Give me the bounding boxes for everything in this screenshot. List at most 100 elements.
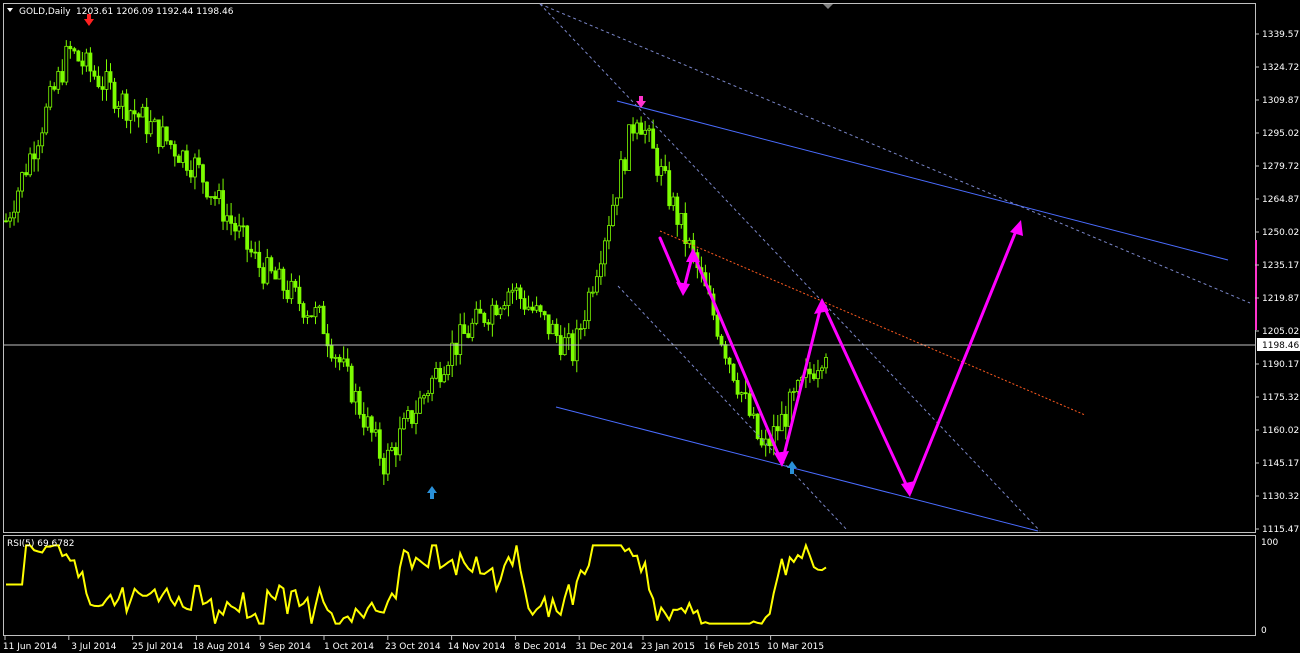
candle-body — [430, 377, 434, 394]
candle-body — [594, 276, 599, 293]
candle-body — [132, 110, 137, 115]
time-label: 16 Feb 2015 — [704, 642, 760, 652]
candle-body — [361, 413, 366, 428]
chart-shift-marker[interactable] — [823, 4, 833, 9]
candle-body — [627, 124, 631, 171]
fractal-up-arrow-2 — [787, 461, 797, 474]
time-label: 23 Jan 2015 — [641, 642, 695, 652]
candle-body — [414, 412, 418, 424]
candle-body — [546, 314, 551, 335]
candle-body — [482, 312, 487, 323]
upper-channel-line — [616, 100, 1229, 261]
candle-body — [136, 113, 141, 118]
main-chart-frame — [3, 3, 1256, 533]
candle-body — [719, 335, 724, 346]
candle-body — [305, 315, 310, 318]
candle-body — [442, 374, 447, 383]
candle-body — [112, 81, 117, 109]
candle-body — [502, 305, 507, 310]
price-tick-label: 1145.17 — [1262, 459, 1299, 469]
candle-body — [205, 181, 209, 198]
candle-body — [104, 71, 109, 90]
candle-body — [128, 110, 133, 121]
candle-body — [743, 392, 748, 395]
candle-body — [12, 211, 16, 219]
candle-body — [538, 305, 543, 312]
lower-channel-line — [555, 406, 1039, 532]
price-tick-label: 1160.02 — [1262, 426, 1299, 436]
candle-body — [655, 147, 660, 176]
candle-body — [402, 418, 406, 430]
candle-body — [394, 446, 398, 456]
candle-body — [40, 132, 45, 147]
price-tick-label: 1264.87 — [1262, 195, 1299, 205]
candle-body — [490, 304, 495, 325]
candle-body — [289, 280, 294, 300]
candle-body — [667, 170, 672, 207]
price-tick-label: 1339.57 — [1262, 30, 1299, 40]
candle-body — [659, 166, 664, 176]
candle-body — [72, 48, 77, 52]
candle-body — [570, 333, 575, 362]
candle-body — [341, 358, 346, 363]
candle-body — [221, 190, 225, 222]
candle-body — [779, 413, 784, 432]
price-chart[interactable]: GOLD,Daily 1203.61 1206.09 1192.44 1198.… — [0, 0, 1300, 653]
candle-body — [329, 345, 334, 359]
candle-body — [820, 367, 824, 372]
candle-body — [369, 416, 374, 433]
rsi-scale-top: 100 — [1261, 538, 1278, 548]
price-tick-label: 1324.72 — [1262, 63, 1299, 73]
candle-body — [36, 145, 41, 160]
time-label: 11 Jun 2014 — [3, 642, 57, 652]
candle-body — [619, 159, 623, 199]
price-tick-label: 1250.02 — [1262, 228, 1299, 238]
candle-body — [92, 70, 97, 77]
fractal-up-arrow-1 — [427, 486, 437, 499]
candle-body — [578, 328, 583, 330]
symbol-label: GOLD,Daily — [19, 7, 71, 17]
price-tick-label: 1219.87 — [1262, 294, 1299, 304]
candle-body — [615, 197, 619, 206]
rsi-label: RSI(5) 69.6782 — [7, 539, 74, 549]
candle-body — [265, 257, 270, 284]
candle-body — [603, 240, 607, 265]
candle-body — [365, 416, 370, 428]
candle-body — [88, 52, 93, 72]
candle-body — [172, 144, 177, 157]
candle-body — [84, 52, 89, 67]
candle-body — [687, 239, 692, 244]
candle-body — [297, 286, 302, 304]
candle-body — [237, 225, 242, 232]
candle-body — [349, 365, 354, 403]
symbol-menu-icon[interactable] — [7, 8, 13, 12]
candle-body — [337, 356, 342, 363]
candle-body — [245, 225, 250, 250]
ohlc-values: 1203.61 1206.09 1192.44 1198.46 — [76, 7, 234, 17]
candle-body — [554, 323, 559, 336]
candle-body — [52, 86, 57, 90]
candle-body — [450, 342, 455, 366]
candle-body — [566, 333, 571, 339]
trend-lines — [539, 3, 1251, 532]
candle-body — [377, 429, 382, 459]
price-tick-label: 1309.87 — [1262, 96, 1299, 106]
price-tick-label: 1235.17 — [1262, 261, 1299, 271]
price-tick-label: 1295.02 — [1262, 129, 1299, 139]
price-tick-label: 1190.17 — [1262, 360, 1299, 370]
candle-body — [586, 291, 591, 322]
candle-body — [791, 391, 796, 393]
price-axis: 1339.57 1324.72 1309.87 1295.02 1279.72 1264.… — [1255, 30, 1299, 535]
candle-body — [526, 306, 531, 310]
candle-body — [116, 105, 121, 109]
candle-body — [582, 320, 587, 329]
candle-body — [108, 71, 113, 83]
candle-body — [522, 298, 527, 310]
candle-body — [735, 380, 740, 395]
candle-body — [599, 263, 603, 278]
candle-body — [269, 257, 274, 272]
candle-body — [446, 365, 451, 376]
time-label: 14 Nov 2014 — [448, 642, 506, 652]
candle-body — [683, 212, 688, 244]
candle-body — [321, 305, 326, 335]
